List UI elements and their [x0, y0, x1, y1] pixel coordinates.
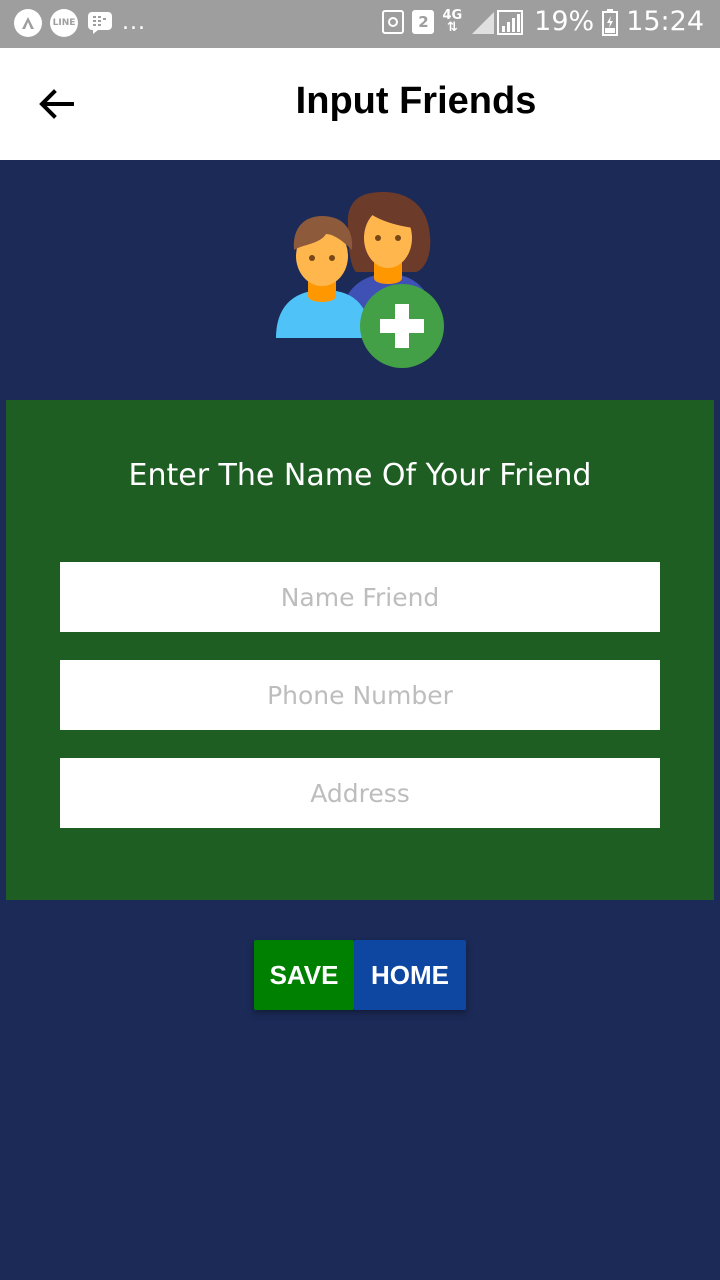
status-bar-notifications: LINE ...: [14, 9, 146, 37]
action-buttons: SAVE HOME: [254, 940, 466, 1010]
sim-badge: 2: [412, 9, 435, 34]
bbm-icon: [86, 9, 114, 37]
address-input[interactable]: [60, 758, 660, 828]
network-type: 4G ⇅: [442, 7, 463, 35]
phone-number-input[interactable]: [60, 660, 660, 730]
friend-form-panel: Enter The Name Of Your Friend: [6, 400, 714, 900]
add-friends-icon: [270, 186, 450, 376]
signal-icon: [472, 9, 524, 35]
save-button[interactable]: SAVE: [254, 940, 354, 1010]
name-friend-input[interactable]: [60, 562, 660, 632]
home-button[interactable]: HOME: [354, 940, 466, 1010]
form-heading: Enter The Name Of Your Friend: [128, 458, 592, 493]
battery-percent: 19%: [534, 6, 595, 37]
recycle-icon: [382, 9, 405, 34]
clock: 15:24: [626, 6, 704, 37]
status-bar: LINE ... 2 4G ⇅ 19% 15:24: [0, 0, 720, 48]
page-title: Input Friends: [295, 80, 537, 122]
notification-a-icon: [14, 9, 42, 37]
overflow-indicator: ...: [122, 10, 146, 35]
status-bar-system: 2 4G ⇅ 19% 15:24: [382, 6, 704, 37]
line-icon: LINE: [50, 9, 78, 37]
battery-icon: [602, 8, 619, 36]
app-bar: Input Friends: [0, 48, 720, 160]
